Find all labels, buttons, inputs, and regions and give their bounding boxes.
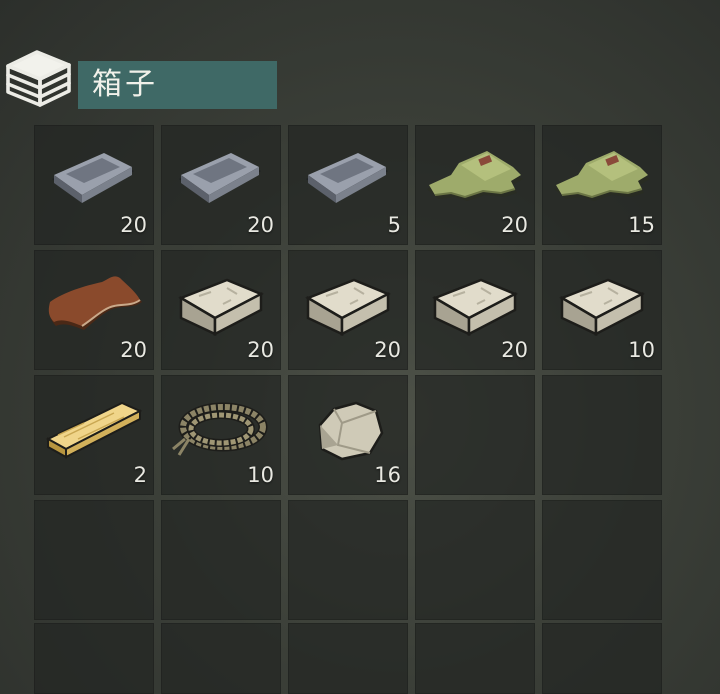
crate-icon <box>6 50 71 107</box>
iron-ingot-icon <box>306 153 388 203</box>
cloth-icon <box>427 151 523 201</box>
inventory-slot[interactable]: 20 <box>34 250 154 370</box>
rope-icon <box>172 402 268 456</box>
inventory-slot[interactable]: 20 <box>415 125 535 245</box>
container-title-bar: 箱子 <box>78 61 277 109</box>
item-count: 5 <box>387 213 401 237</box>
inventory-slot[interactable]: 10 <box>542 250 662 370</box>
stone-icon <box>318 401 384 461</box>
item-count: 16 <box>374 463 401 487</box>
iron-ingot-icon <box>52 153 134 203</box>
container-title: 箱子 <box>92 67 158 102</box>
item-count: 10 <box>628 338 655 362</box>
inventory-slot[interactable] <box>415 375 535 495</box>
item-count: 15 <box>628 213 655 237</box>
inventory-slot[interactable]: 20 <box>161 125 281 245</box>
inventory-slot[interactable] <box>34 623 154 694</box>
inventory-slot[interactable] <box>415 500 535 620</box>
stone-block-icon <box>305 278 391 337</box>
stone-block-icon <box>559 278 645 337</box>
inventory-slot[interactable] <box>415 623 535 694</box>
inventory-slot[interactable] <box>542 623 662 694</box>
inventory-slot[interactable]: 5 <box>288 125 408 245</box>
inventory-slot[interactable] <box>161 500 281 620</box>
item-count: 20 <box>120 338 147 362</box>
inventory-slot[interactable]: 15 <box>542 125 662 245</box>
inventory-slot[interactable]: 20 <box>288 250 408 370</box>
stone-block-icon <box>432 278 518 337</box>
item-count: 20 <box>374 338 401 362</box>
inventory-slot[interactable]: 20 <box>415 250 535 370</box>
item-count: 20 <box>247 338 274 362</box>
inventory-slot[interactable]: 2 <box>34 375 154 495</box>
iron-ingot-icon <box>179 153 261 203</box>
inventory-slot[interactable] <box>542 375 662 495</box>
inventory-slot[interactable] <box>34 500 154 620</box>
item-count: 20 <box>247 213 274 237</box>
item-count: 2 <box>133 463 147 487</box>
inventory-slot[interactable]: 20 <box>161 250 281 370</box>
inventory-slot[interactable]: 16 <box>288 375 408 495</box>
stone-block-icon <box>178 278 264 337</box>
inventory-slot[interactable] <box>161 623 281 694</box>
item-count: 20 <box>120 213 147 237</box>
cloth-icon <box>554 151 650 201</box>
inventory-slot[interactable] <box>288 623 408 694</box>
leather-icon <box>48 276 142 330</box>
inventory-slot[interactable] <box>542 500 662 620</box>
inventory-slot[interactable] <box>288 500 408 620</box>
item-count: 10 <box>247 463 274 487</box>
item-count: 20 <box>501 213 528 237</box>
item-count: 20 <box>501 338 528 362</box>
wood-plank-icon <box>45 401 143 459</box>
inventory-slot[interactable]: 10 <box>161 375 281 495</box>
inventory-slot[interactable]: 20 <box>34 125 154 245</box>
